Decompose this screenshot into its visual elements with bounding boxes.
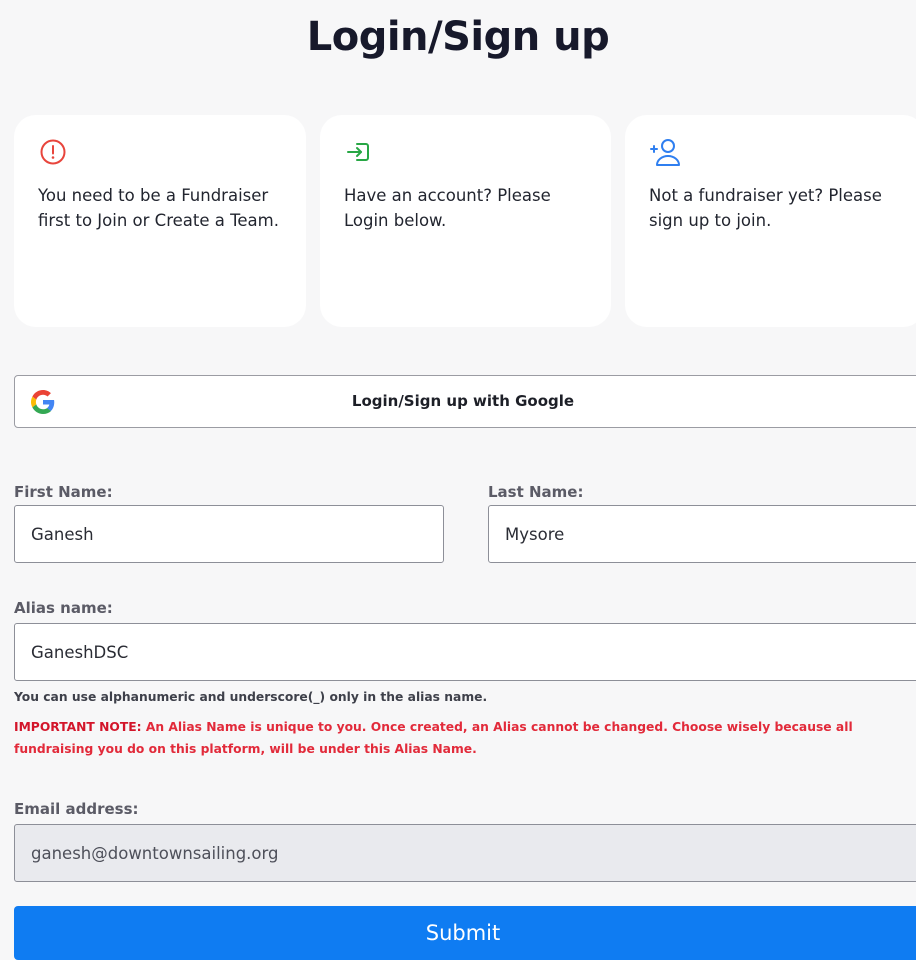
info-card-signup: Not a fundraiser yet? Please sign up to … <box>625 115 916 327</box>
important-note-prefix: IMPORTANT NOTE: <box>14 720 142 734</box>
google-login-label: Login/Sign up with Google <box>351 392 575 410</box>
card-text: Have an account? Please Login below. <box>344 186 551 230</box>
add-user-icon <box>649 137 903 171</box>
google-login-button[interactable]: Login/Sign up with Google <box>14 375 916 428</box>
alert-circle-icon <box>38 137 284 171</box>
submit-button[interactable]: Submit <box>14 906 916 960</box>
info-card-login: Have an account? Please Login below. <box>320 115 611 327</box>
important-note: IMPORTANT NOTE: An Alias Name is unique … <box>14 716 916 760</box>
alias-hint: You can use alphanumeric and underscore(… <box>14 690 488 704</box>
page-title: Login/Sign up <box>306 14 610 60</box>
info-card-fundraiser-required: You need to be a Fundraiser first to Joi… <box>14 115 306 327</box>
alias-name-input[interactable] <box>14 623 916 681</box>
last-name-input[interactable] <box>488 505 916 563</box>
card-text: Not a fundraiser yet? Please sign up to … <box>649 186 882 230</box>
email-label: Email address: <box>14 800 139 818</box>
last-name-label: Last Name: <box>488 483 584 501</box>
email-input[interactable] <box>14 824 916 882</box>
alias-name-label: Alias name: <box>14 599 113 617</box>
card-text: You need to be a Fundraiser first to Joi… <box>38 186 279 230</box>
first-name-label: First Name: <box>14 483 113 501</box>
first-name-input[interactable] <box>14 505 444 563</box>
login-arrow-icon <box>344 137 589 171</box>
